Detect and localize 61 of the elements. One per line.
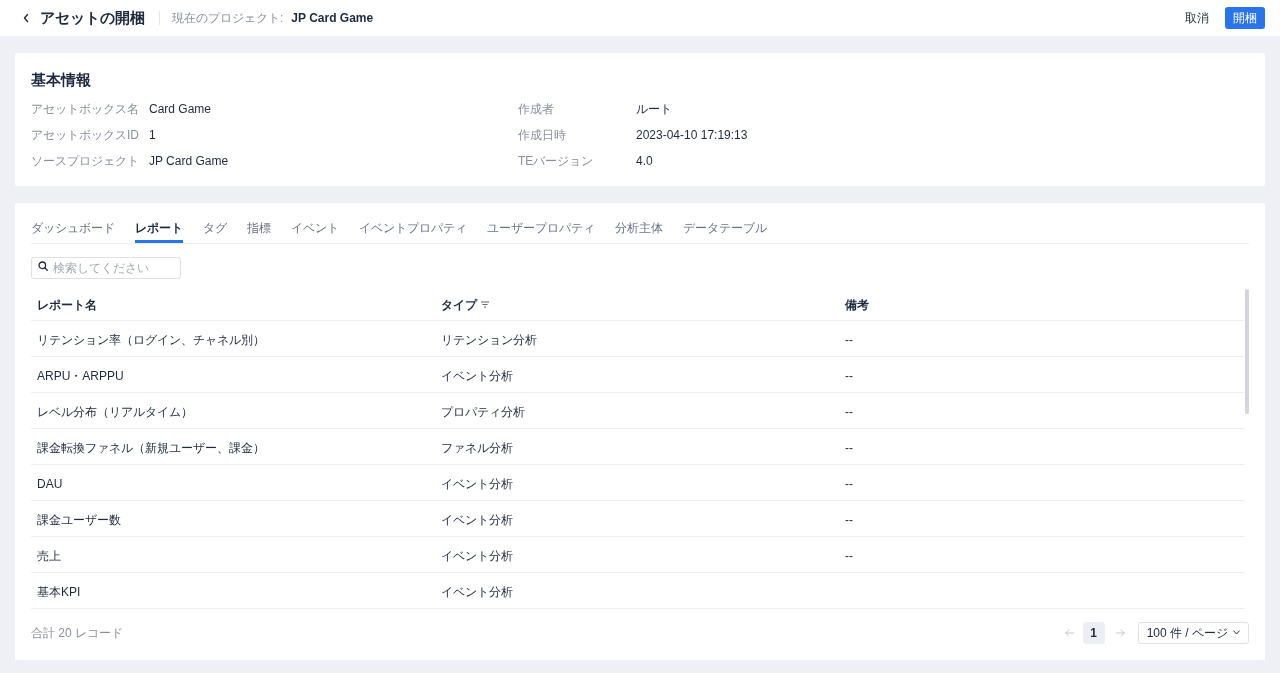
table-cell: イベント分析 — [441, 512, 513, 527]
tab[interactable]: ダッシュボード — [31, 213, 115, 243]
field-label: 作成者 — [518, 101, 555, 118]
tab[interactable]: イベントプロパティ — [359, 213, 467, 243]
field-value: 4.0 — [636, 153, 653, 170]
column-header: タイプ — [441, 296, 477, 314]
project-label: 現在のプロジェクト: — [172, 10, 284, 27]
filter-icon[interactable] — [481, 301, 489, 308]
tab[interactable]: イベント — [291, 213, 339, 243]
table-cell: ARPU・ARPPU — [37, 368, 124, 383]
project-name: JP Card Game — [291, 10, 374, 27]
table-cell: 課金ユーザー数 — [37, 512, 121, 527]
page-button[interactable]: 1 — [1082, 621, 1105, 644]
unpack-button[interactable]: 開梱 — [1225, 7, 1265, 29]
chevron-down-icon — [1233, 630, 1240, 635]
table-cell: -- — [845, 368, 853, 383]
table-cell: -- — [845, 512, 853, 527]
table-cell: イベント分析 — [441, 584, 513, 599]
table-cell: レベル分布（リアルタイム） — [37, 404, 193, 419]
tab[interactable]: レポート — [135, 213, 183, 243]
column-header: レポート名 — [37, 296, 97, 314]
field-label: アセットボックスID — [31, 127, 140, 144]
table-cell: -- — [845, 332, 853, 347]
table-cell: リテンション率（ログイン、チャネル別） — [37, 332, 265, 347]
table-cell: -- — [845, 404, 853, 419]
field-value: ルート — [636, 101, 672, 118]
field-value: JP Card Game — [149, 153, 229, 170]
tab[interactable]: 指標 — [247, 213, 271, 243]
table-cell: ファネル分析 — [441, 440, 513, 455]
table-cell: イベント分析 — [441, 548, 513, 563]
field-label: 作成日時 — [518, 127, 567, 144]
field-value: 2023-04-10 17:19:13 — [636, 127, 748, 144]
field-value: 1 — [149, 127, 156, 144]
tab[interactable]: ユーザープロパティ — [487, 213, 595, 243]
cancel-button[interactable]: 取消 — [1177, 7, 1217, 29]
scrollbar-thumb[interactable] — [1245, 289, 1249, 414]
table-cell: 基本KPI — [37, 584, 81, 599]
table-cell: -- — [845, 548, 853, 563]
record-count: 合計 20 レコード — [31, 624, 123, 642]
search-field[interactable]: 検索してください — [31, 257, 181, 279]
table-cell: イベント分析 — [441, 476, 513, 491]
tab[interactable]: タグ — [203, 213, 227, 243]
column-header: 備考 — [845, 296, 869, 314]
section-title: 基本情報 — [31, 70, 92, 90]
field-label: アセットボックス名 — [31, 101, 140, 118]
tab[interactable]: データテーブル — [683, 213, 767, 243]
tab[interactable]: 分析主体 — [615, 213, 663, 243]
table-cell: DAU — [37, 476, 63, 491]
search-icon — [38, 261, 48, 271]
table-cell: 売上 — [37, 548, 61, 563]
table-cell: イベント分析 — [441, 368, 513, 383]
table-cell: リテンション分析 — [441, 332, 537, 347]
field-label: TEバージョン — [518, 153, 595, 170]
field-value: Card Game — [149, 101, 212, 118]
page-title: アセットの開梱 — [40, 8, 145, 28]
table-cell: プロパティ分析 — [441, 404, 525, 419]
field-label: ソースプロジェクト — [31, 153, 140, 170]
table-cell: 課金転換ファネル（新規ユーザー、課金） — [37, 440, 265, 455]
page-size-select[interactable]: 100 件 / ページ — [1137, 621, 1249, 644]
table-cell: -- — [845, 440, 853, 455]
table-cell: -- — [845, 476, 853, 491]
